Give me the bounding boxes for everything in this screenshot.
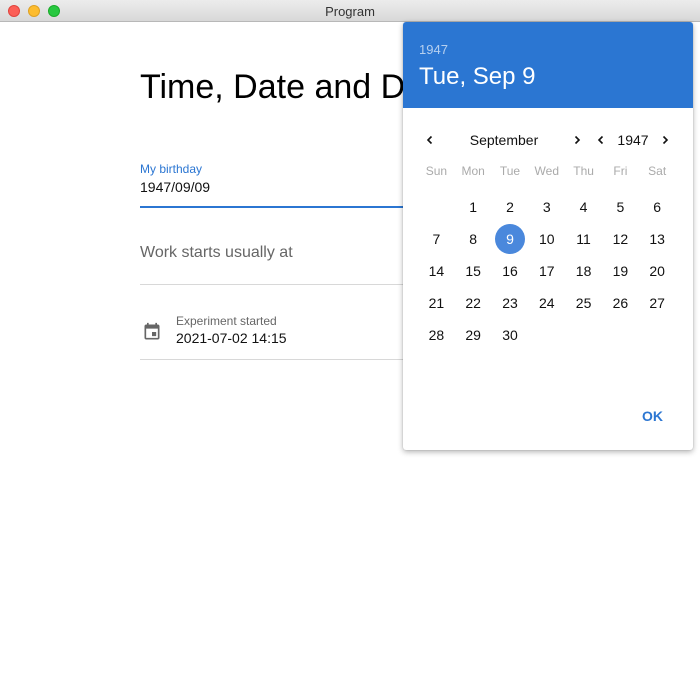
prev-month-button[interactable] <box>420 130 440 150</box>
weekday-label: Mon <box>461 164 485 178</box>
picker-header-date: Tue, Sep 9 <box>419 63 536 90</box>
month-year-navigation: September 1947 <box>403 130 693 150</box>
day-number: 30 <box>502 327 518 343</box>
day-number: 1 <box>469 199 478 215</box>
day-number: 2 <box>506 199 514 215</box>
weekday-label: Wed <box>534 164 560 178</box>
day-number: 28 <box>428 327 445 343</box>
experiment-value[interactable]: 2021-07-02 14:15 <box>176 330 287 346</box>
day-cell[interactable]: 21 <box>418 287 455 319</box>
picker-header: 1947 Tue, Sep 9 <box>403 22 693 108</box>
day-cell[interactable]: 3 <box>528 191 565 223</box>
day-cell[interactable]: 13 <box>639 223 676 255</box>
day-cell[interactable]: 1 <box>455 191 492 223</box>
day-cell[interactable]: 6 <box>639 191 676 223</box>
next-month-button[interactable] <box>567 130 587 150</box>
birthday-field[interactable]: My birthday 1947/09/09 <box>140 162 440 208</box>
day-cell[interactable]: 29 <box>455 319 492 351</box>
day-cell[interactable]: 24 <box>528 287 565 319</box>
day-number: 12 <box>612 231 629 247</box>
ok-button[interactable]: OK <box>642 408 663 424</box>
day-cell[interactable]: 19 <box>602 255 639 287</box>
day-number: 18 <box>575 263 592 279</box>
birthday-value[interactable]: 1947/09/09 <box>140 179 440 195</box>
day-number: 29 <box>465 327 481 343</box>
prev-year-button[interactable] <box>591 130 611 150</box>
day-number: 5 <box>616 199 625 215</box>
experiment-label: Experiment started <box>176 314 277 328</box>
title-bar: Program <box>0 0 700 22</box>
day-cell[interactable]: 16 <box>492 255 529 287</box>
day-number: 25 <box>575 295 592 311</box>
birthday-label: My birthday <box>140 162 203 176</box>
day-cell[interactable]: 8 <box>455 223 492 255</box>
date-picker-popup: 1947 Tue, Sep 9 September 1947 Sun Mon Tue… <box>403 22 693 450</box>
day-number: 14 <box>428 263 445 279</box>
selected-day[interactable]: 9 <box>492 223 529 255</box>
day-number: 24 <box>538 295 555 311</box>
day-number: 9 <box>494 224 525 254</box>
day-cell[interactable]: 10 <box>528 223 565 255</box>
day-number: 15 <box>465 263 481 279</box>
day-cell[interactable]: 28 <box>418 319 455 351</box>
day-number: 17 <box>538 263 555 279</box>
day-number: 8 <box>469 231 478 247</box>
day-number: 22 <box>465 295 481 311</box>
next-year-button[interactable] <box>655 130 675 150</box>
day-cell[interactable]: 2 <box>492 191 529 223</box>
day-cell[interactable]: 20 <box>639 255 676 287</box>
day-number: 21 <box>428 295 445 311</box>
day-number: 11 <box>576 231 591 247</box>
chevron-left-icon <box>597 135 604 145</box>
weekday-label: Thu <box>573 164 594 178</box>
window-title: Program <box>325 4 375 19</box>
work-start-placeholder: Work starts usually at <box>140 244 293 261</box>
weekday-label: Sat <box>648 164 667 178</box>
day-number: 7 <box>432 231 441 247</box>
day-number: 20 <box>649 263 665 279</box>
day-cell[interactable]: 30 <box>492 319 529 351</box>
day-cell[interactable]: 22 <box>455 287 492 319</box>
day-cell[interactable]: 4 <box>565 191 602 223</box>
chevron-right-icon <box>574 135 581 145</box>
day-cell[interactable]: 17 <box>528 255 565 287</box>
day-cell[interactable]: 15 <box>455 255 492 287</box>
day-number: 23 <box>502 295 518 311</box>
day-cell[interactable]: 7 <box>418 223 455 255</box>
day-number: 3 <box>542 199 551 215</box>
day-number: 13 <box>649 231 665 247</box>
weekday-label: Fri <box>613 164 628 178</box>
day-cell[interactable]: 12 <box>602 223 639 255</box>
empty-day-cell <box>418 191 455 223</box>
weekday-label: Tue <box>499 164 521 178</box>
day-number: 16 <box>502 263 518 279</box>
month-label: September <box>469 132 539 148</box>
app-window: Program Time, Date and Date Time My birt… <box>0 0 700 700</box>
calendar-day-grid: 1 2 3 4 5 6 7 8 9 10 11 12 13 14 15 16 17 18 19 20 21 22 23 24 2… <box>418 191 683 351</box>
day-cell[interactable]: 5 <box>602 191 639 223</box>
experiment-started-field[interactable]: Experiment started 2021-07-02 14:15 <box>140 314 440 360</box>
day-cell[interactable]: 27 <box>639 287 676 319</box>
day-number: 26 <box>612 295 629 311</box>
chevron-left-icon <box>426 135 433 145</box>
weekday-header-row: Sun Mon Tue Wed Thu Fri Sat <box>418 164 683 178</box>
weekday-label: Sun <box>425 164 448 178</box>
day-cell[interactable]: 23 <box>492 287 529 319</box>
day-cell[interactable]: 18 <box>565 255 602 287</box>
day-number: 27 <box>649 295 665 311</box>
day-cell[interactable]: 14 <box>418 255 455 287</box>
picker-header-year[interactable]: 1947 <box>419 42 677 57</box>
chevron-right-icon <box>662 135 669 145</box>
day-cell[interactable]: 26 <box>602 287 639 319</box>
year-label: 1947 <box>617 132 649 148</box>
day-number: 10 <box>538 231 555 247</box>
day-number: 6 <box>653 199 662 215</box>
day-number: 19 <box>612 263 629 279</box>
day-cell[interactable]: 11 <box>565 223 602 255</box>
day-cell[interactable]: 25 <box>565 287 602 319</box>
calendar-icon[interactable] <box>142 322 162 342</box>
day-number: 4 <box>579 199 588 215</box>
work-start-field[interactable]: Work starts usually at <box>140 244 440 285</box>
